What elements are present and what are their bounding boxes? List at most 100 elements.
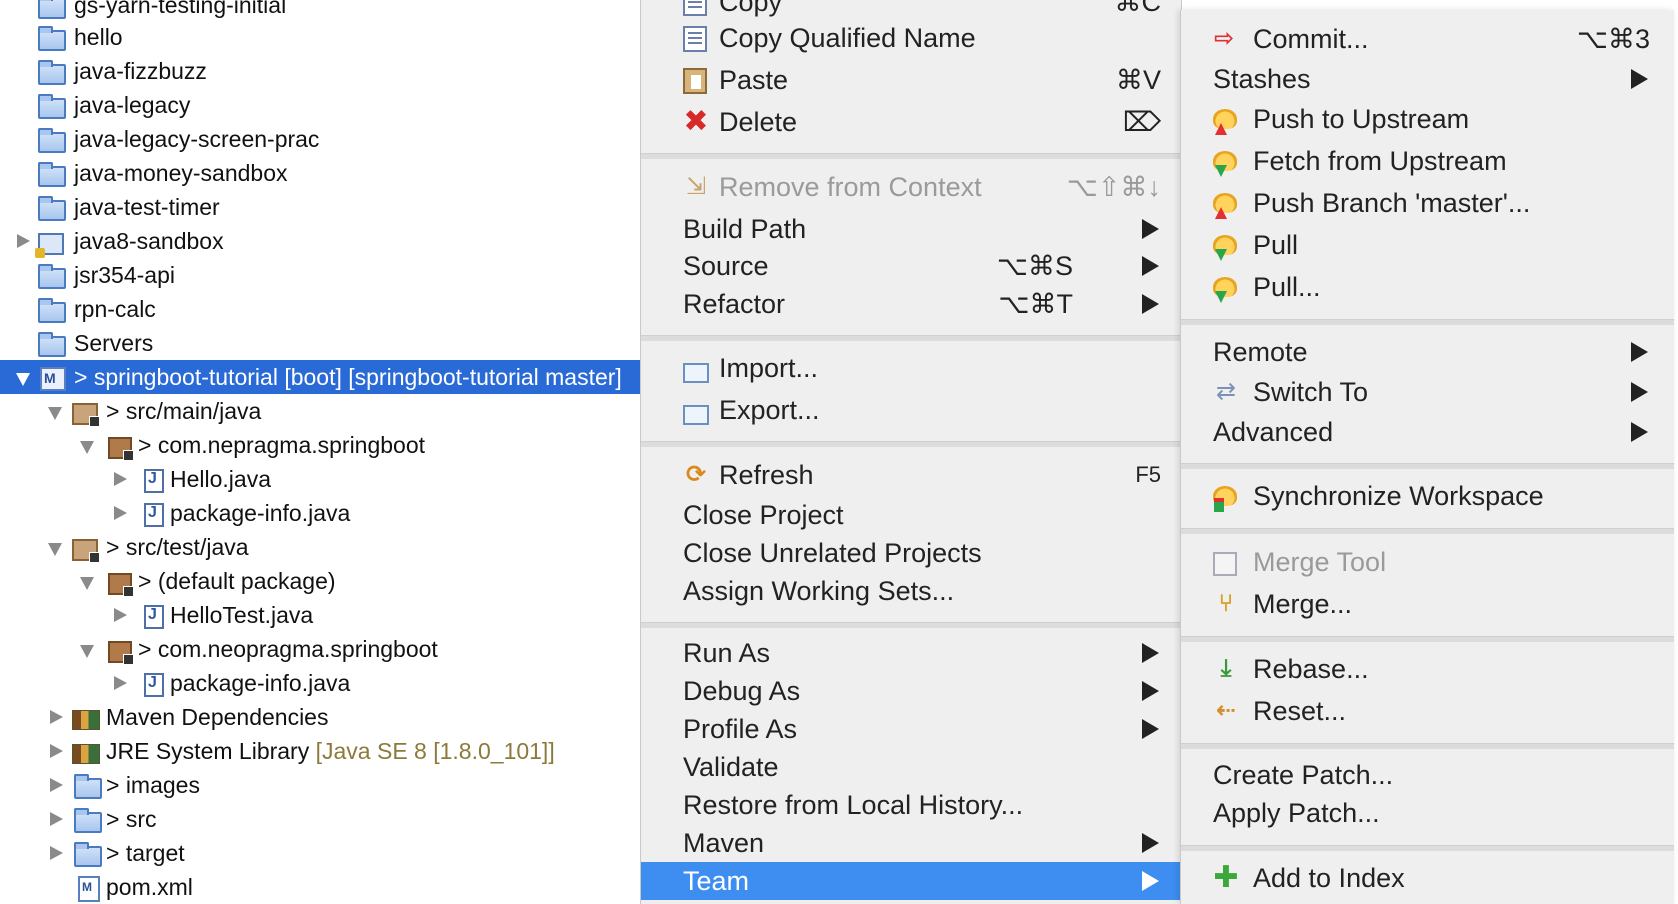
tree-item-java-legacy-screen-prac[interactable]: java-legacy-screen-prac (0, 122, 640, 156)
menu-item-apply-patch[interactable]: Apply Patch... (1181, 794, 1674, 832)
menu-item-advanced[interactable]: Advanced (1181, 413, 1674, 451)
collapse-arrow-icon[interactable] (16, 360, 30, 394)
tree-item-com-neopragma-springboot[interactable]: > com.neopragma.springboot (0, 632, 640, 666)
fetch-upstream-icon (1213, 151, 1237, 177)
menu-item-merge[interactable]: ⑂ Merge... (1181, 585, 1674, 623)
tree-item-jre-system-library[interactable]: JRE System Library [Java SE 8 [1.8.0_101… (0, 734, 640, 768)
java-file-icon (144, 462, 164, 496)
tree-item-com-nepragma-springboot[interactable]: > com.nepragma.springboot (0, 428, 640, 462)
menu-item-refactor[interactable]: Refactor ⌥⌘T (641, 285, 1181, 323)
expand-arrow-icon[interactable] (112, 462, 127, 496)
menu-item-synchronize-workspace[interactable]: Synchronize Workspace (1181, 477, 1674, 515)
tree-item-gs-yarn-testing-initial[interactable]: gs-yarn-testing-initial (0, 0, 640, 22)
tree-item-java-legacy[interactable]: java-legacy (0, 88, 640, 122)
menu-item-merge-tool[interactable]: Merge Tool (1181, 543, 1674, 581)
menu-item-close-unrelated-projects[interactable]: Close Unrelated Projects (641, 534, 1181, 572)
menu-item-pull-dialog[interactable]: Pull... (1181, 268, 1674, 306)
menu-item-profile-as[interactable]: Profile As (641, 710, 1181, 748)
menu-item-push-to-upstream[interactable]: Push to Upstream (1181, 100, 1674, 138)
menu-item-remove-from-context[interactable]: ⇲ Remove from Context ⌥⇧⌘↓ (641, 168, 1181, 206)
folder-icon (38, 94, 66, 119)
tree-item-src-test-java[interactable]: > src/test/java (0, 530, 640, 564)
menu-item-team[interactable]: Team (641, 862, 1181, 900)
tree-item-default-package[interactable]: > (default package) (0, 564, 640, 598)
tree-item-maven-dependencies[interactable]: Maven Dependencies (0, 700, 640, 734)
expand-arrow-icon[interactable] (112, 666, 127, 700)
pom-file-icon (78, 870, 100, 904)
menu-item-delete[interactable]: ✖ Delete ⌦ (641, 103, 1181, 141)
menu-item-paste[interactable]: Paste ⌘V (641, 61, 1181, 99)
tree-item-servers[interactable]: Servers (0, 326, 640, 360)
folder-icon (38, 332, 66, 357)
expand-arrow-icon[interactable] (48, 734, 63, 768)
tree-item-target[interactable]: > target (0, 836, 640, 870)
submenu-arrow-icon (1142, 681, 1159, 701)
submenu-arrow-icon (1142, 643, 1159, 663)
menu-item-debug-as[interactable]: Debug As (641, 672, 1181, 710)
collapse-arrow-icon[interactable] (80, 632, 94, 666)
tree-item-java-money-sandbox[interactable]: java-money-sandbox (0, 156, 640, 190)
menu-item-reset[interactable]: ⇠ Reset... (1181, 692, 1674, 730)
menu-item-stashes[interactable]: Stashes (1181, 60, 1674, 98)
menu-item-copy[interactable]: Copy ⌘C (641, 0, 1181, 21)
menu-separator (641, 153, 1181, 159)
menu-item-rebase[interactable]: ⤓ Rebase... (1181, 650, 1674, 688)
pull-dialog-icon (1213, 277, 1237, 303)
menu-separator (1181, 463, 1674, 469)
expand-arrow-icon[interactable] (15, 224, 30, 258)
tree-item-src[interactable]: > src (0, 802, 640, 836)
refresh-icon: ⟳ (685, 461, 707, 488)
tree-item-springboot-tutorial[interactable]: > springboot-tutorial [boot] [springboot… (0, 360, 640, 395)
menu-item-restore-local-history[interactable]: Restore from Local History... (641, 786, 1181, 824)
menu-item-assign-working-sets[interactable]: Assign Working Sets... (641, 572, 1181, 610)
expand-arrow-icon[interactable] (112, 598, 127, 632)
folder-icon (74, 808, 102, 833)
menu-item-build-path[interactable]: Build Path (641, 210, 1181, 248)
tree-item-package-info-java[interactable]: package-info.java (0, 496, 640, 530)
collapse-arrow-icon[interactable] (48, 394, 62, 428)
menu-item-export[interactable]: Export... (641, 391, 1181, 429)
menu-item-fetch-from-upstream[interactable]: Fetch from Upstream (1181, 142, 1674, 180)
menu-item-commit[interactable]: ⇨ Commit... ⌥⌘3 (1181, 20, 1674, 58)
expand-arrow-icon[interactable] (48, 836, 63, 870)
tree-item-hellotest-java[interactable]: HelloTest.java (0, 598, 640, 632)
menu-item-create-patch[interactable]: Create Patch... (1181, 756, 1674, 794)
java-project-icon (35, 233, 64, 258)
menu-item-maven[interactable]: Maven (641, 824, 1181, 862)
tree-item-pom-xml[interactable]: pom.xml (0, 870, 640, 904)
menu-item-close-project[interactable]: Close Project (641, 496, 1181, 534)
tree-item-java-fizzbuzz[interactable]: java-fizzbuzz (0, 54, 640, 88)
menu-item-add-to-index[interactable]: ✚ Add to Index (1181, 859, 1674, 897)
tree-item-jsr354-api[interactable]: jsr354-api (0, 258, 640, 292)
menu-item-source[interactable]: Source ⌥⌘S (641, 247, 1181, 285)
tree-item-images[interactable]: > images (0, 768, 640, 802)
menu-separator (1181, 743, 1674, 749)
submenu-arrow-icon (1631, 69, 1648, 89)
expand-arrow-icon[interactable] (48, 700, 63, 734)
menu-item-import[interactable]: Import... (641, 349, 1181, 387)
tree-item-package-info-java-test[interactable]: package-info.java (0, 666, 640, 700)
expand-arrow-icon[interactable] (112, 496, 127, 530)
collapse-arrow-icon[interactable] (48, 530, 62, 564)
menu-item-switch-to[interactable]: ⇄ Switch To (1181, 373, 1674, 411)
tree-item-hello[interactable]: hello (0, 20, 640, 54)
tree-item-rpn-calc[interactable]: rpn-calc (0, 292, 640, 326)
expand-arrow-icon[interactable] (48, 768, 63, 802)
menu-item-validate[interactable]: Validate (641, 748, 1181, 786)
tree-item-hello-java[interactable]: Hello.java (0, 462, 640, 496)
menu-item-push-branch-master[interactable]: Push Branch 'master'... (1181, 184, 1674, 222)
tree-item-java-test-timer[interactable]: java-test-timer (0, 190, 640, 224)
java-file-icon (144, 666, 164, 700)
menu-item-run-as[interactable]: Run As (641, 634, 1181, 672)
menu-item-refresh[interactable]: ⟳ Refresh F5 (641, 456, 1181, 494)
collapse-arrow-icon[interactable] (80, 564, 94, 598)
tree-item-java8-sandbox[interactable]: java8-sandbox (0, 224, 640, 258)
folder-icon (38, 264, 66, 289)
expand-arrow-icon[interactable] (48, 802, 63, 836)
menu-item-remote[interactable]: Remote (1181, 333, 1674, 371)
submenu-arrow-icon (1142, 219, 1159, 239)
collapse-arrow-icon[interactable] (80, 428, 94, 462)
menu-item-copy-qualified-name[interactable]: Copy Qualified Name (641, 19, 1181, 57)
menu-item-pull[interactable]: Pull (1181, 226, 1674, 264)
tree-item-src-main-java[interactable]: > src/main/java (0, 394, 640, 428)
